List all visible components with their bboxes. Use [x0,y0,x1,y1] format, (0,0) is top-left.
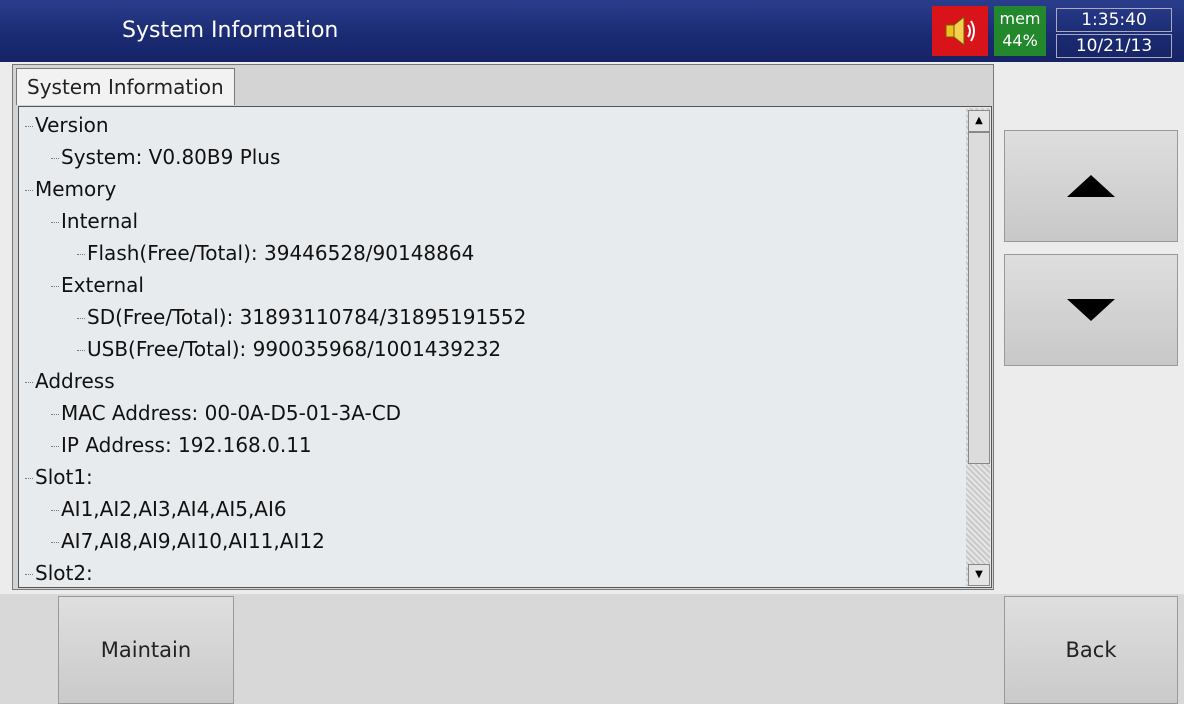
arrow-down-icon [1067,299,1115,321]
clock-time: 1:35:40 [1056,8,1172,32]
tree-item[interactable]: External [51,273,144,297]
tree-item[interactable]: USB(Free/Total): 990035968/1001439232 [76,337,501,361]
alarm-button[interactable] [932,6,988,56]
clock: 1:35:40 10/21/13 [1052,8,1176,58]
tree-item[interactable]: Memory [24,177,116,201]
tree-item[interactable]: Address [25,369,115,393]
tree-item[interactable]: Slot2: [25,561,93,585]
scroll-down-arrow-icon[interactable]: ▼ [968,564,990,586]
tree-item[interactable]: Flash(Free/Total): 39446528/90148864 [76,241,474,265]
title-bar: System Information mem 44% 1:35:40 10/21… [0,0,1184,62]
mem-label: mem [999,9,1041,28]
tree-item[interactable]: Version [25,113,109,137]
tree-item[interactable]: AI7,AI8,AI9,AI10,AI11,AI12 [51,529,325,553]
maintain-button[interactable]: Maintain [58,596,234,704]
tree-item[interactable]: MAC Address: 00-0A-D5-01-3A-CD [50,401,401,425]
info-tree[interactable]: Version System: V0.80B9 Plus Memory Interna… [18,106,992,588]
scroll-up-arrow-icon[interactable]: ▲ [968,110,990,132]
speaker-icon [945,15,975,47]
memory-indicator: mem 44% [994,6,1046,56]
tab-system-information[interactable]: System Information [16,68,235,105]
tree-item[interactable]: Slot1: [25,465,93,489]
tree-item[interactable]: Internal [50,209,138,233]
window-title: System Information [122,18,339,43]
tree-item[interactable]: IP Address: 192.168.0.11 [51,433,312,457]
scrollbar-thumb[interactable] [968,132,990,464]
tree-item[interactable]: System: V0.80B9 Plus [50,145,280,169]
tree-item[interactable]: AI1,AI2,AI3,AI4,AI5,AI6 [51,497,287,521]
page-up-button[interactable] [1004,130,1178,242]
arrow-up-icon [1067,175,1115,197]
page-down-button[interactable] [1004,254,1178,366]
mem-percent: 44% [1002,31,1038,50]
clock-date: 10/21/13 [1056,34,1172,58]
back-button[interactable]: Back [1004,596,1178,704]
tree-item[interactable]: SD(Free/Total): 31893110784/31895191552 [76,305,526,329]
